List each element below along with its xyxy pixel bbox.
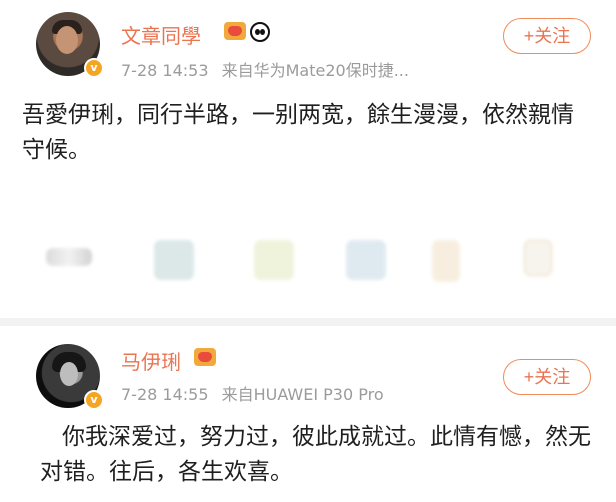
username[interactable]: 马伊琍	[121, 346, 181, 375]
post-timestamp: 7-28 14:53	[121, 61, 209, 80]
verified-badge-icon: v	[84, 390, 104, 410]
panda-icon	[250, 22, 270, 42]
post-separator	[0, 318, 616, 326]
post-action-toolbar	[46, 240, 576, 284]
repost-icon[interactable]	[46, 248, 92, 266]
share-icon[interactable]	[346, 240, 386, 280]
follow-button[interactable]: +关注	[503, 359, 591, 395]
vip-badge-icon	[224, 22, 246, 40]
post-timestamp: 7-28 14:55	[121, 385, 209, 404]
avatar-face	[56, 26, 78, 54]
vip-badge-icon	[194, 348, 216, 366]
forward-icon[interactable]	[432, 240, 460, 282]
post-source: 来自HUAWEI P30 Pro	[221, 385, 384, 404]
comment-icon[interactable]	[154, 240, 194, 280]
post-card-2: v 马伊琍 7-28 14:55 来自HUAWEI P30 Pro +关注 你我…	[0, 326, 616, 502]
avatar-face	[60, 362, 78, 386]
like-icon[interactable]	[254, 240, 294, 280]
verified-badge-icon: v	[84, 58, 104, 78]
username[interactable]: 文章同學	[121, 20, 201, 49]
post-content: 你我深爱过，努力过，彼此成就过。此情有憾，然无对错。往后，各生欢喜。	[40, 424, 591, 485]
post-content: 吾愛伊琍，同行半路，一别两宽，餘生漫漫，依然親情守候。	[22, 102, 574, 163]
post-meta: 7-28 14:53 来自华为Mate20保时捷...	[121, 57, 409, 81]
follow-button[interactable]: +关注	[503, 18, 591, 54]
post-card-1: v 文章同學 7-28 14:53 来自华为Mate20保时捷... +关注 吾…	[0, 0, 616, 318]
more-icon[interactable]	[524, 240, 552, 276]
post-meta: 7-28 14:55 来自HUAWEI P30 Pro	[121, 381, 384, 405]
post-source: 来自华为Mate20保时捷...	[221, 61, 409, 80]
